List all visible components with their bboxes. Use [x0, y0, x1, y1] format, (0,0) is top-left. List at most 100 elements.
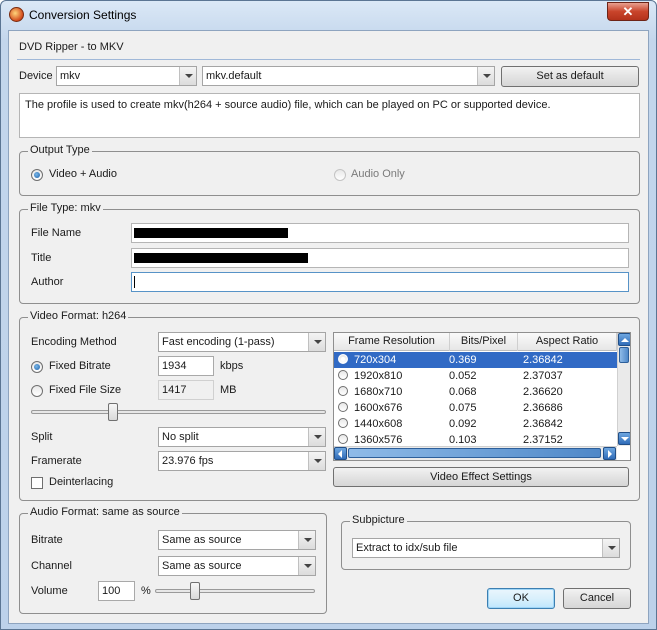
chevron-down-icon[interactable]	[477, 67, 494, 85]
vertical-scrollbar[interactable]	[617, 333, 630, 446]
resolution-table: Frame Resolution Bits/Pixel Aspect Ratio…	[333, 332, 631, 461]
bitrate-unit: kbps	[220, 360, 244, 372]
chevron-down-icon[interactable]	[179, 67, 196, 85]
fixed-file-size-label: Fixed File Size	[49, 384, 122, 396]
column-header-resolution[interactable]: Frame Resolution	[334, 333, 450, 351]
title-bar[interactable]: Conversion Settings ✕	[1, 1, 656, 29]
resolution-radio[interactable]	[338, 354, 348, 364]
conversion-settings-window: Conversion Settings ✕ DVD Ripper - to MK…	[0, 0, 657, 630]
chevron-down-icon[interactable]	[308, 452, 325, 470]
profile-select[interactable]: mkv.default	[202, 66, 495, 86]
volume-slider-thumb[interactable]	[189, 582, 200, 600]
framerate-select[interactable]: 23.976 fps	[158, 451, 326, 471]
video-audio-radio[interactable]	[31, 169, 43, 181]
volume-unit: %	[141, 585, 151, 597]
audio-only-radio[interactable]	[334, 169, 346, 181]
audio-bitrate-value: Same as source	[162, 534, 242, 546]
subpicture-group: Subpicture Extract to idx/sub file	[341, 514, 631, 570]
resolution-radio[interactable]	[338, 402, 348, 412]
table-row[interactable]: 720x304 0.369 2.36842	[334, 352, 617, 368]
volume-input[interactable]: 100	[98, 581, 135, 601]
table-row[interactable]: 1920x810 0.052 2.37037	[334, 368, 617, 384]
set-as-default-button[interactable]: Set as default	[501, 66, 639, 87]
table-cell-resolution: 1920x810	[354, 370, 403, 382]
cancel-button[interactable]: Cancel	[563, 588, 631, 609]
subpicture-select[interactable]: Extract to idx/sub file	[352, 538, 620, 558]
title-label: Title	[31, 252, 52, 264]
channel-label: Channel	[31, 560, 72, 572]
audio-bitrate-label: Bitrate	[31, 534, 63, 546]
scroll-up-icon[interactable]	[618, 333, 630, 346]
split-value: No split	[162, 431, 199, 443]
file-name-field[interactable]	[131, 223, 629, 243]
deinterlacing-checkbox[interactable]	[31, 477, 43, 489]
video-effect-settings-button[interactable]: Video Effect Settings	[333, 467, 629, 487]
framerate-value: 23.976 fps	[162, 455, 214, 467]
file-name-label: File Name	[31, 227, 82, 239]
table-cell-resolution: 1440x608	[354, 418, 403, 430]
encoding-method-value: Fast encoding (1-pass)	[162, 336, 275, 348]
table-row[interactable]: 1600x676 0.075 2.36686	[334, 400, 617, 416]
title-field[interactable]	[131, 248, 629, 268]
table-cell-resolution: 720x304	[354, 354, 397, 366]
split-select[interactable]: No split	[158, 427, 326, 447]
channel-select[interactable]: Same as source	[158, 556, 316, 576]
file-type-group: File Type: mkv File Name Title Author	[19, 202, 640, 304]
ok-button[interactable]: OK	[487, 588, 555, 609]
file-type-label: File Type: mkv	[28, 202, 103, 214]
chevron-down-icon[interactable]	[308, 428, 325, 446]
resolution-radio[interactable]	[338, 434, 348, 444]
table-row[interactable]: 1680x710 0.068 2.36620	[334, 384, 617, 400]
audio-format-label: Audio Format: same as source	[28, 506, 182, 518]
page-title: DVD Ripper - to MKV	[19, 41, 124, 53]
horizontal-scrollbar[interactable]	[334, 446, 617, 460]
scroll-down-icon[interactable]	[618, 432, 630, 445]
audio-bitrate-select[interactable]: Same as source	[158, 530, 316, 550]
chevron-down-icon[interactable]	[308, 333, 325, 351]
file-size-input[interactable]: 1417	[158, 380, 214, 400]
vertical-scroll-thumb[interactable]	[619, 347, 629, 363]
author-field[interactable]	[131, 272, 629, 292]
quality-slider-thumb[interactable]	[107, 403, 118, 421]
video-audio-label: Video + Audio	[49, 168, 117, 180]
column-header-aspect-ratio[interactable]: Aspect Ratio	[518, 333, 617, 351]
column-header-bits-pixel[interactable]: Bits/Pixel	[450, 333, 518, 351]
close-button[interactable]: ✕	[607, 2, 649, 21]
table-cell-bits: 0.052	[449, 370, 477, 382]
author-label: Author	[31, 276, 64, 288]
redacted-text	[134, 253, 308, 263]
split-label: Split	[31, 431, 53, 443]
table-cell-resolution: 1600x676	[354, 402, 403, 414]
scroll-left-icon[interactable]	[334, 447, 347, 460]
deinterlacing-label: Deinterlacing	[49, 476, 114, 488]
quality-slider-track[interactable]	[31, 410, 326, 414]
device-select-value: mkv	[60, 70, 81, 82]
table-cell-aspect: 2.36842	[523, 354, 563, 366]
output-type-group: Output Type Video + Audio Audio Only	[19, 144, 640, 196]
table-cell-bits: 0.075	[449, 402, 477, 414]
header-divider	[17, 59, 640, 60]
audio-only-label: Audio Only	[351, 168, 405, 180]
window-title: Conversion Settings	[29, 8, 137, 22]
table-row[interactable]: 1440x608 0.092 2.36842	[334, 416, 617, 432]
resolution-radio[interactable]	[338, 386, 348, 396]
bitrate-input[interactable]: 1934	[158, 356, 214, 376]
output-type-label: Output Type	[28, 144, 92, 156]
device-select[interactable]: mkv	[56, 66, 197, 86]
chevron-down-icon[interactable]	[298, 557, 315, 575]
scroll-right-icon[interactable]	[603, 447, 616, 460]
fixed-file-size-radio[interactable]	[31, 385, 43, 397]
table-cell-bits: 0.068	[449, 386, 477, 398]
channel-value: Same as source	[162, 560, 242, 572]
resolution-radio[interactable]	[338, 418, 348, 428]
framerate-label: Framerate	[31, 455, 82, 467]
fixed-bitrate-radio[interactable]	[31, 361, 43, 373]
chevron-down-icon[interactable]	[602, 539, 619, 557]
volume-slider-track[interactable]	[155, 589, 315, 593]
resolution-radio[interactable]	[338, 370, 348, 380]
table-cell-aspect: 2.36686	[523, 402, 563, 414]
chevron-down-icon[interactable]	[298, 531, 315, 549]
audio-format-group: Audio Format: same as source Bitrate Sam…	[19, 506, 327, 614]
horizontal-scroll-thumb[interactable]	[348, 448, 601, 458]
encoding-method-select[interactable]: Fast encoding (1-pass)	[158, 332, 326, 352]
